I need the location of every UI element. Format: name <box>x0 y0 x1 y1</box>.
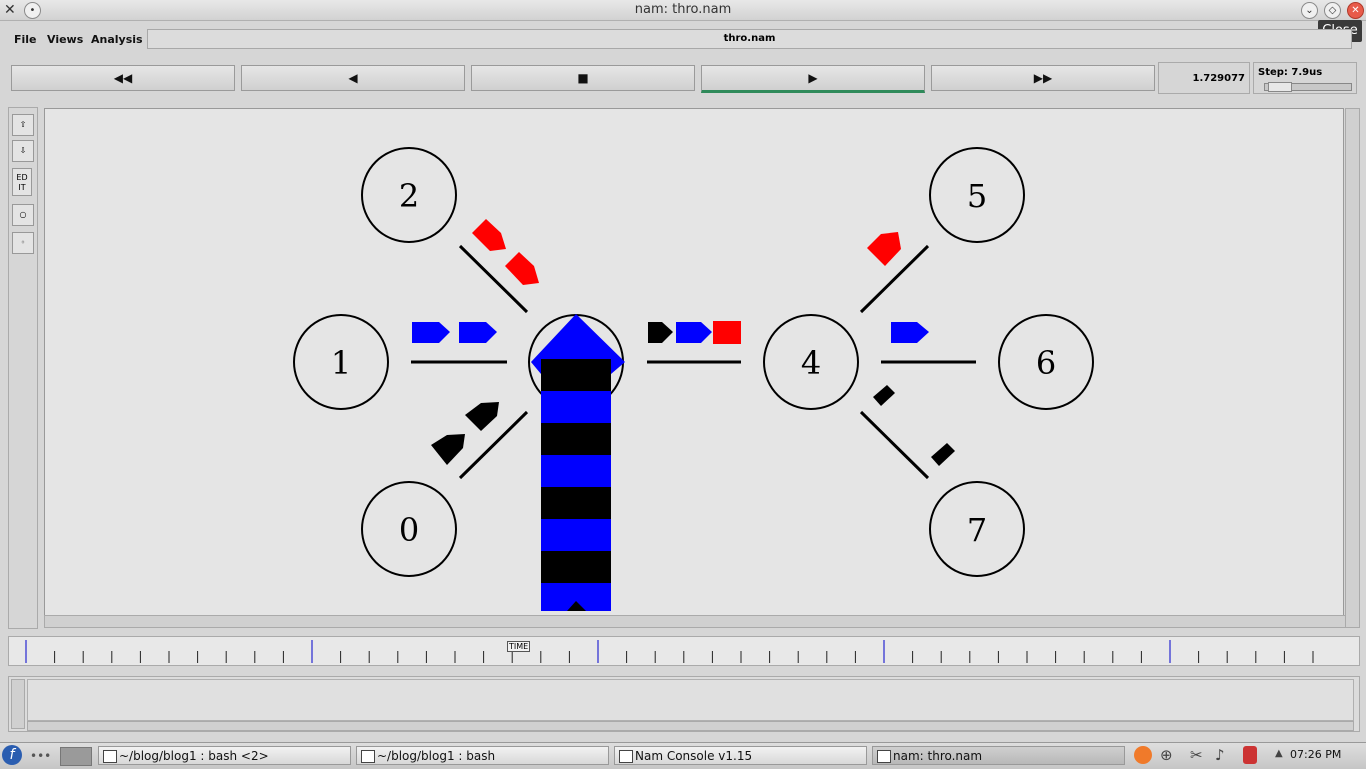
clock[interactable]: 07:26 PM <box>1290 748 1341 761</box>
packet-blue <box>676 322 712 343</box>
console-vscroll[interactable] <box>11 679 25 729</box>
console-hscroll[interactable] <box>27 721 1354 731</box>
time-readout: 1.729077 <box>1158 62 1250 94</box>
packet-black <box>873 385 895 406</box>
packet-black <box>465 402 499 431</box>
step-label: Step: 7.9us <box>1258 67 1323 78</box>
timeline-slider[interactable]: TIME <box>8 636 1360 666</box>
task-button[interactable]: ~/blog/blog1 : bash <2> <box>98 746 351 765</box>
annotation-text-area[interactable] <box>27 679 1354 721</box>
step-back-button[interactable]: ◀ <box>241 65 465 91</box>
packet-blue <box>459 322 497 343</box>
packet-red <box>713 321 741 344</box>
queue-packet <box>541 487 611 519</box>
network-graph: 2 1 0 4 5 6 7 <box>293 147 1094 611</box>
task-button-active[interactable]: nam: thro.nam <box>872 746 1125 765</box>
queue-packet <box>541 391 611 423</box>
task-label: ~/blog/blog1 : bash <box>377 749 496 763</box>
play-button[interactable]: ▶ <box>701 65 925 93</box>
queue-packet <box>541 455 611 487</box>
volume-icon[interactable]: ♪ <box>1215 746 1225 764</box>
queue-packet <box>541 519 611 551</box>
step-slider-thumb[interactable] <box>1268 82 1292 92</box>
node-label: 7 <box>967 511 987 549</box>
link-0-3 <box>458 410 529 480</box>
node-label: 6 <box>1036 344 1056 382</box>
stop-button[interactable]: ■ <box>471 65 695 91</box>
task-button[interactable]: Nam Console v1.15 <box>614 746 867 765</box>
queue-packet <box>541 423 611 455</box>
scissors-icon[interactable]: ✂ <box>1190 746 1203 764</box>
task-label: nam: thro.nam <box>893 749 983 763</box>
terminal-icon <box>103 750 117 763</box>
window-title: nam: thro.nam <box>634 2 732 17</box>
packet-red <box>472 219 506 251</box>
battery-icon[interactable] <box>1243 746 1257 764</box>
file-title: thro.nam <box>147 29 1352 49</box>
node-label: 4 <box>801 344 821 382</box>
tool-strip: ⇧ ⇩ ED IT ○ ◦ <box>8 107 38 629</box>
queue-stack <box>531 314 625 611</box>
packet-black <box>648 322 673 343</box>
terminal-icon <box>361 750 375 763</box>
desktop-icon[interactable] <box>60 747 92 766</box>
fedora-menu-icon[interactable]: f <box>2 745 22 765</box>
menu-file[interactable]: File <box>14 33 37 46</box>
taskbar: f ••• ~/blog/blog1 : bash <2> ~/blog/blo… <box>0 742 1366 769</box>
close-icon[interactable]: ✕ <box>1347 2 1364 19</box>
packet-red <box>505 252 539 285</box>
timeline-ticks <box>25 640 1314 663</box>
packet-black <box>431 434 465 465</box>
timeline-label[interactable]: TIME <box>507 641 531 652</box>
nam-icon <box>619 750 633 763</box>
queue-packet <box>541 359 611 391</box>
task-label: ~/blog/blog1 : bash <2> <box>119 749 269 763</box>
node-label: 0 <box>399 511 419 549</box>
packet-blue <box>412 322 450 343</box>
edit-button[interactable]: ED IT <box>12 168 32 196</box>
apps-dots-icon[interactable]: ••• <box>30 749 51 763</box>
node-label: 2 <box>399 177 419 215</box>
update-icon[interactable] <box>1134 746 1152 764</box>
link-4-7 <box>859 410 930 480</box>
horizontal-scrollbar[interactable] <box>44 615 1346 628</box>
title-bar: ✕ • nam: thro.nam ⌄ ◇ ✕ <box>0 0 1366 21</box>
node-circle-icon[interactable]: ○ <box>12 204 34 226</box>
packet-black <box>931 443 955 466</box>
task-button[interactable]: ~/blog/blog1 : bash <box>356 746 609 765</box>
network-icon[interactable]: ⊕ <box>1160 746 1173 764</box>
nam-icon <box>877 750 891 763</box>
zoom-in-icon[interactable]: ⇧ <box>12 114 34 136</box>
packet-red <box>867 232 901 266</box>
packet-blue <box>891 322 929 343</box>
maximize-icon[interactable]: ◇ <box>1324 2 1341 19</box>
annotation-panel <box>8 676 1360 732</box>
zoom-out-icon[interactable]: ⇩ <box>12 140 34 162</box>
queue-packet <box>541 551 611 583</box>
step-control: Step: 7.9us <box>1253 62 1357 94</box>
node-label: 1 <box>331 344 351 382</box>
minimize-icon[interactable]: ⌄ <box>1301 2 1318 19</box>
small-circle-icon[interactable]: ◦ <box>12 232 34 254</box>
node-label: 5 <box>967 177 987 215</box>
fast-forward-button[interactable]: ▶▶ <box>931 65 1155 91</box>
task-label: Nam Console v1.15 <box>635 749 753 763</box>
menu-analysis[interactable]: Analysis <box>91 33 143 46</box>
tray-expand-icon[interactable]: ▲ <box>1275 748 1283 759</box>
vertical-scrollbar[interactable] <box>1345 108 1360 628</box>
menu-views[interactable]: Views <box>47 33 83 46</box>
rewind-button[interactable]: ◀◀ <box>11 65 235 91</box>
network-canvas[interactable]: 2 1 0 4 5 6 7 <box>44 108 1344 616</box>
